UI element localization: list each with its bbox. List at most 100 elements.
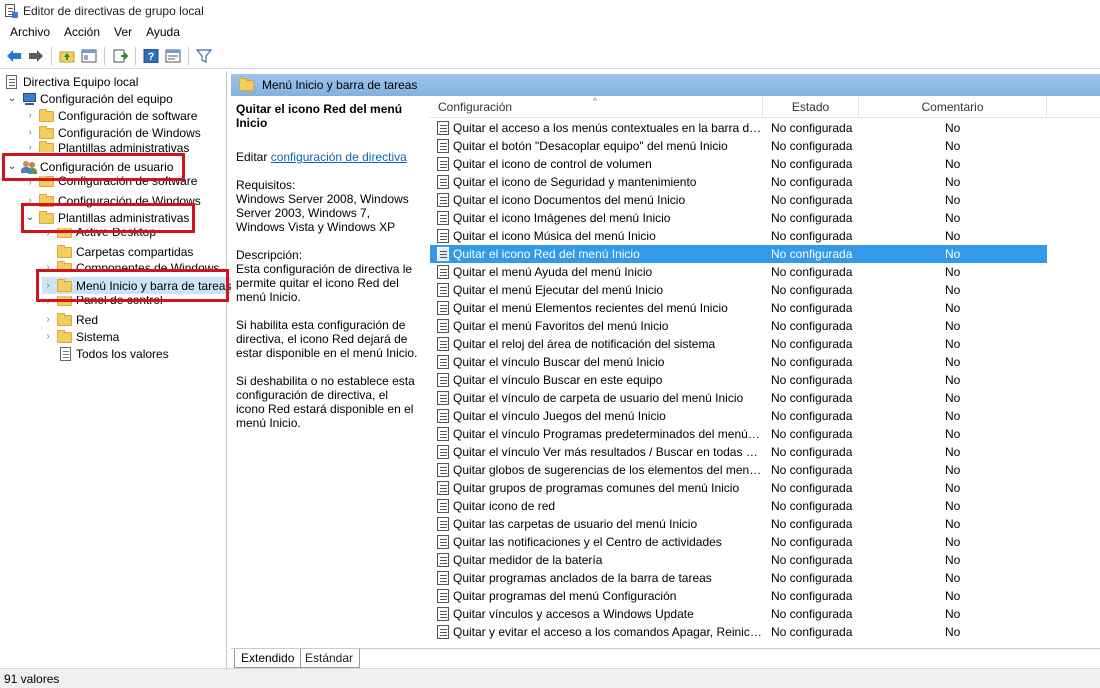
row-comment: No [945, 373, 961, 387]
export-list-icon[interactable] [110, 46, 130, 66]
tree-node-windows-components[interactable]: › Componentes de Windows [42, 261, 219, 272]
folder-icon [39, 141, 55, 152]
tree-node-software-settings-computer[interactable]: › Configuración de software [24, 107, 197, 124]
tab-extended[interactable]: Extendido [234, 649, 302, 668]
tree-node-software-settings-user[interactable]: › Configuración de software [24, 176, 197, 188]
table-row[interactable]: Quitar globos de sugerencias de los elem… [430, 461, 1047, 479]
chevron-right-icon[interactable]: › [24, 176, 36, 188]
edit-policy-link[interactable]: configuración de directiva [271, 150, 407, 164]
table-row[interactable]: Quitar el reloj del área de notificación… [430, 335, 1047, 353]
table-row[interactable]: Quitar el icono Música del menú Inicio No… [430, 227, 1047, 245]
help-icon[interactable]: ? [141, 46, 161, 66]
table-row[interactable]: Quitar el vínculo de carpeta de usuario … [430, 389, 1047, 407]
table-row[interactable]: Quitar las notificaciones y el Centro de… [430, 533, 1047, 551]
tree-node-shared-folders[interactable]: Carpetas compartidas [57, 243, 193, 260]
table-row[interactable]: Quitar el vínculo Ver más resultados / B… [430, 443, 1047, 461]
table-row[interactable]: Quitar vínculos y accesos a Windows Upda… [430, 605, 1047, 623]
tree-node-network[interactable]: › Red [42, 311, 98, 328]
table-row[interactable]: Quitar el menú Ayuda del menú Inicio No c… [430, 263, 1047, 281]
table-row[interactable]: Quitar el icono Red del menú Inicio No co… [430, 245, 1047, 263]
tree-node-computer-config[interactable]: ⌄ Configuración del equipo [6, 90, 173, 107]
row-state: No configurada [771, 427, 853, 441]
table-row[interactable]: Quitar el vínculo Buscar en este equipo N… [430, 371, 1047, 389]
tree-node-root[interactable]: Directiva Equipo local [4, 73, 138, 90]
window-title: Editor de directivas de grupo local [23, 4, 204, 18]
up-folder-icon[interactable] [57, 46, 77, 66]
column-header-comment[interactable]: Comentario [859, 96, 1047, 118]
tree-node-user-config[interactable]: ⌄ Configuración de usuario [6, 158, 173, 175]
policy-setting-icon [436, 462, 452, 478]
table-row[interactable]: Quitar y evitar el acceso a los comandos… [430, 623, 1047, 641]
tree-node-admin-templates-computer[interactable]: › Plantillas administrativas [24, 141, 189, 152]
policy-setting-icon [436, 552, 452, 568]
chevron-right-icon[interactable]: › [42, 261, 54, 273]
table-row[interactable]: Quitar el acceso a los menús contextuale… [430, 119, 1047, 137]
policy-setting-icon [436, 228, 452, 244]
row-setting-name: Quitar las carpetas de usuario del menú … [453, 517, 698, 531]
table-row[interactable]: Quitar el icono de Seguridad y mantenimi… [430, 173, 1047, 191]
column-header-setting[interactable]: Configuración [430, 96, 763, 118]
tree-node-control-panel[interactable]: › Panel de control [42, 296, 163, 307]
chevron-right-icon[interactable]: › [42, 280, 54, 292]
forward-arrow-icon[interactable] [26, 46, 46, 66]
chevron-right-icon[interactable]: › [42, 314, 54, 326]
tree-node-windows-settings-user[interactable]: › Configuración de Windows [24, 192, 201, 209]
chevron-right-icon[interactable]: › [24, 110, 36, 122]
chevron-down-icon[interactable]: ⌄ [24, 212, 36, 224]
table-row[interactable]: Quitar el vínculo Juegos del menú Inicio… [430, 407, 1047, 425]
chevron-down-icon[interactable]: ⌄ [6, 93, 18, 105]
table-row[interactable]: Quitar el icono Imágenes del menú Inicio… [430, 209, 1047, 227]
table-row[interactable]: Quitar el menú Favoritos del menú Inicio… [430, 317, 1047, 335]
menu-accion[interactable]: Acción [57, 25, 107, 39]
tree-node-all-settings[interactable]: Todos los valores [57, 345, 169, 362]
table-row[interactable]: Quitar las carpetas de usuario del menú … [430, 515, 1047, 533]
row-comment: No [945, 157, 961, 171]
column-header-state[interactable]: Estado [763, 96, 859, 118]
table-row[interactable]: Quitar el icono de control de volumen No … [430, 155, 1047, 173]
table-row[interactable]: Quitar programas del menú Configuración N… [430, 587, 1047, 605]
tree-node-active-desktop[interactable]: › Active Desktop [42, 228, 156, 239]
chevron-right-icon[interactable]: › [42, 228, 54, 239]
folder-icon [239, 77, 254, 91]
tree-node-admin-templates-user[interactable]: ⌄ Plantillas administrativas [24, 209, 189, 226]
chevron-right-icon[interactable]: › [24, 195, 36, 207]
table-row[interactable]: Quitar el botón "Desacoplar equipo" del … [430, 137, 1047, 155]
folder-icon [57, 312, 73, 327]
menu-archivo[interactable]: Archivo [3, 25, 57, 39]
policy-setting-icon [436, 210, 452, 226]
filter-icon[interactable] [194, 46, 214, 66]
tree-node-label: Plantillas administrativas [58, 210, 190, 225]
tree-node-system[interactable]: › Sistema [42, 328, 119, 345]
table-row[interactable]: Quitar el menú Elementos recientes del m… [430, 299, 1047, 317]
menu-ver[interactable]: Ver [107, 25, 139, 39]
row-setting-name: Quitar el botón "Desacoplar equipo" del … [453, 139, 728, 153]
chevron-right-icon[interactable]: › [24, 127, 36, 139]
row-state: No configurada [771, 211, 853, 225]
policy-setting-icon [436, 588, 452, 604]
table-row[interactable]: Quitar el vínculo Programas predetermina… [430, 425, 1047, 443]
table-row[interactable]: Quitar grupos de programas comunes del m… [430, 479, 1047, 497]
back-arrow-icon[interactable] [4, 46, 24, 66]
chevron-right-icon[interactable]: › [42, 331, 54, 343]
row-comment: No [945, 391, 961, 405]
table-row[interactable]: Quitar el menú Ejecutar del menú Inicio N… [430, 281, 1047, 299]
table-row[interactable]: Quitar medidor de la batería No configura… [430, 551, 1047, 569]
properties-icon[interactable] [163, 46, 183, 66]
menu-ayuda[interactable]: Ayuda [139, 25, 187, 39]
row-state: No configurada [771, 571, 853, 585]
tree-node-label: Configuración del equipo [40, 91, 173, 106]
tree-node-windows-settings-computer[interactable]: › Configuración de Windows [24, 124, 201, 141]
table-row[interactable]: Quitar icono de red No configurada No [430, 497, 1047, 515]
table-row[interactable]: Quitar el icono Documentos del menú Inic… [430, 191, 1047, 209]
chevron-right-icon[interactable]: › [24, 141, 36, 153]
row-comment: No [945, 337, 961, 351]
row-state: No configurada [771, 265, 853, 279]
tree-node-start-menu-taskbar[interactable]: › Menú Inicio y barra de tareas [42, 277, 232, 294]
chevron-down-icon[interactable]: ⌄ [6, 161, 18, 173]
tree-node-label: Red [76, 312, 99, 327]
show-hide-tree-icon[interactable] [79, 46, 99, 66]
table-row[interactable]: Quitar el vínculo Buscar del menú Inicio… [430, 353, 1047, 371]
chevron-right-icon[interactable]: › [42, 296, 54, 307]
tab-standard[interactable]: Estándar [299, 649, 361, 668]
table-row[interactable]: Quitar programas anclados de la barra de… [430, 569, 1047, 587]
